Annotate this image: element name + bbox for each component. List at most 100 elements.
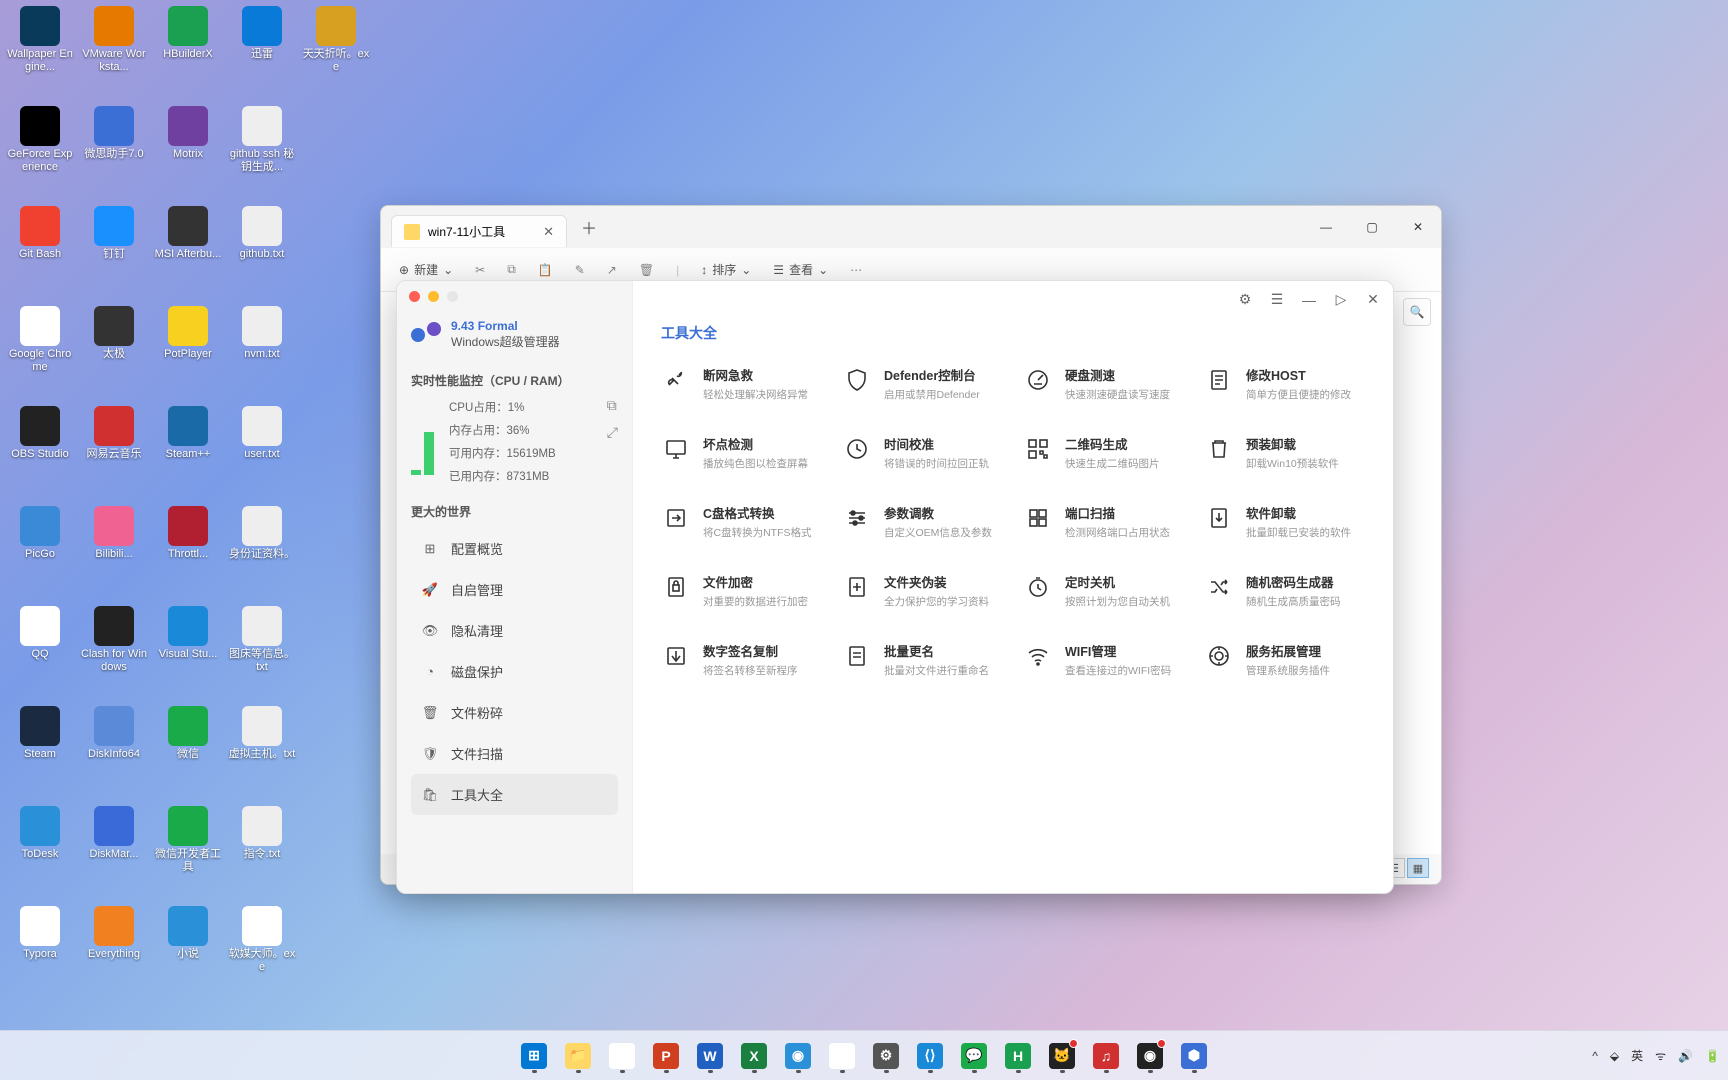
desktop-icon[interactable]: 指令.txt: [228, 806, 296, 861]
desktop-icon[interactable]: 网易云音乐: [80, 406, 148, 461]
tool-item[interactable]: 参数调教自定义OEM信息及参数: [842, 503, 1003, 540]
desktop-icon[interactable]: Everything: [80, 906, 148, 961]
desktop-icon[interactable]: user.txt: [228, 406, 296, 461]
desktop-icon[interactable]: 微信开发者工具: [154, 806, 222, 874]
desktop-icon[interactable]: Clash for Windows: [80, 606, 148, 674]
taskbar-hbuilder-icon[interactable]: H: [999, 1037, 1037, 1075]
tool-item[interactable]: 文件夹伪装全力保护您的学习资料: [842, 572, 1003, 609]
desktop-icon[interactable]: DiskInfo64: [80, 706, 148, 761]
taskbar-app-icon[interactable]: ⬢: [1175, 1037, 1213, 1075]
desktop-icon[interactable]: GeForce Experience: [6, 106, 74, 174]
desktop-icon[interactable]: Visual Stu...: [154, 606, 222, 661]
desktop-icon[interactable]: 虚拟主机。txt: [228, 706, 296, 761]
desktop-icon[interactable]: 钉钉: [80, 206, 148, 261]
sidebar-item[interactable]: ◔磁盘保护: [411, 651, 618, 692]
tool-item[interactable]: 服务拓展管理管理系统服务插件: [1204, 641, 1365, 678]
sidebar-item[interactable]: 🚀自启管理: [411, 569, 618, 610]
desktop-icon[interactable]: 微思助手7.0: [80, 106, 148, 161]
tray-icon[interactable]: ᯤ: [1655, 1047, 1666, 1064]
desktop-icon[interactable]: OBS Studio: [6, 406, 74, 461]
new-button[interactable]: ⊕ 新建 ⌄: [399, 261, 453, 278]
tool-item[interactable]: 文件加密对重要的数据进行加密: [661, 572, 822, 609]
tool-item[interactable]: 断网急救轻松处理解决网络异常: [661, 365, 822, 402]
desktop-icon[interactable]: Typora: [6, 906, 74, 961]
desktop-icon[interactable]: github.txt: [228, 206, 296, 261]
rename-icon[interactable]: ✎: [575, 263, 585, 277]
taskbar-edge-icon[interactable]: ◉: [779, 1037, 817, 1075]
tool-item[interactable]: Defender控制台启用或禁用Defender: [842, 365, 1003, 402]
new-tab-button[interactable]: ＋: [581, 215, 597, 239]
tool-item[interactable]: 坏点检测播放纯色图以检查屏幕: [661, 434, 822, 471]
taskbar-word-icon[interactable]: W: [691, 1037, 729, 1075]
taskbar-clash-icon[interactable]: 🐱: [1043, 1037, 1081, 1075]
menu-icon[interactable]: ☰: [1267, 291, 1287, 308]
desktop-icon[interactable]: 天天折听。exe: [302, 6, 370, 74]
tray-icon[interactable]: 🔊: [1678, 1049, 1693, 1063]
tool-item[interactable]: 预装卸载卸载Win10预装软件: [1204, 434, 1365, 471]
delete-icon[interactable]: 🗑: [639, 263, 654, 277]
desktop-icon[interactable]: PicGo: [6, 506, 74, 561]
minimize-light-icon[interactable]: [428, 291, 439, 302]
tool-item[interactable]: 二维码生成快速生成二维码图片: [1023, 434, 1184, 471]
app-close-button[interactable]: ✕: [1363, 291, 1383, 308]
tool-item[interactable]: 软件卸载批量卸载已安装的软件: [1204, 503, 1365, 540]
desktop-icon[interactable]: Git Bash: [6, 206, 74, 261]
tool-item[interactable]: 硬盘测速快速测速硬盘读写速度: [1023, 365, 1184, 402]
view-grid-icon[interactable]: ▦: [1407, 858, 1429, 878]
tool-item[interactable]: 时间校准将错误的时间拉回正轨: [842, 434, 1003, 471]
tool-item[interactable]: 数字签名复制将签名转移至新程序: [661, 641, 822, 678]
desktop-icon[interactable]: Steam++: [154, 406, 222, 461]
desktop-icon[interactable]: 微信: [154, 706, 222, 761]
taskbar-settings-icon[interactable]: ⚙: [867, 1037, 905, 1075]
explorer-search-icon[interactable]: 🔍: [1403, 298, 1431, 326]
desktop-icon[interactable]: Motrix: [154, 106, 222, 161]
desktop-icon[interactable]: DiskMar...: [80, 806, 148, 861]
sidebar-item[interactable]: ⊞配置概览: [411, 528, 618, 569]
desktop-icon[interactable]: 软媒大师。exe: [228, 906, 296, 974]
taskbar-vscode-icon[interactable]: ⟨⟩: [911, 1037, 949, 1075]
desktop-icon[interactable]: github ssh 秘钥生成...: [228, 106, 296, 174]
copy-icon[interactable]: ⧉: [507, 262, 516, 277]
app-minimize-button[interactable]: —: [1299, 292, 1319, 308]
desktop-icon[interactable]: 身份证资料。: [228, 506, 296, 561]
close-light-icon[interactable]: [409, 291, 420, 302]
tool-item[interactable]: 批量更名批量对文件进行重命名: [842, 641, 1003, 678]
taskbar-store-icon[interactable]: 🛍: [603, 1037, 641, 1075]
desktop-icon[interactable]: Steam: [6, 706, 74, 761]
desktop-icon[interactable]: 图床等信息。txt: [228, 606, 296, 674]
view-button[interactable]: ☰ 查看 ⌄: [773, 261, 828, 278]
share-icon[interactable]: ↗: [607, 263, 617, 277]
desktop-icon[interactable]: HBuilderX: [154, 6, 222, 61]
desktop-icon[interactable]: MSI Afterbu...: [154, 206, 222, 261]
tool-item[interactable]: 定时关机按照计划为您自动关机: [1023, 572, 1184, 609]
expand-icon[interactable]: ⤢: [607, 424, 618, 441]
sidebar-item[interactable]: 🗑文件粉碎: [411, 692, 618, 733]
taskbar-start-icon[interactable]: ⊞: [515, 1037, 553, 1075]
sort-button[interactable]: ↕ 排序 ⌄: [701, 261, 751, 278]
play-icon[interactable]: ▷: [1331, 291, 1351, 308]
tray-icon[interactable]: ^: [1592, 1049, 1598, 1063]
desktop-icon[interactable]: VMware Worksta...: [80, 6, 148, 74]
tray-icon[interactable]: ⬙: [1610, 1049, 1619, 1063]
cut-icon[interactable]: ✂: [475, 263, 485, 277]
desktop-icon[interactable]: 太极: [80, 306, 148, 361]
desktop-icon[interactable]: 小说: [154, 906, 222, 961]
sidebar-item[interactable]: 🛍工具大全: [411, 774, 618, 815]
desktop-icon[interactable]: Bilibili...: [80, 506, 148, 561]
taskbar-wechat-icon[interactable]: 💬: [955, 1037, 993, 1075]
taskbar-chrome-icon[interactable]: ◎: [823, 1037, 861, 1075]
taskbar-netease-icon[interactable]: ♫: [1087, 1037, 1125, 1075]
desktop-icon[interactable]: ToDesk: [6, 806, 74, 861]
explorer-titlebar[interactable]: win7-11小工具 ✕ ＋ — ▢ ✕: [381, 206, 1441, 248]
desktop-icon[interactable]: PotPlayer: [154, 306, 222, 361]
desktop-icon[interactable]: QQ: [6, 606, 74, 661]
taskbar-obs-icon[interactable]: ◉: [1131, 1037, 1169, 1075]
explorer-tab[interactable]: win7-11小工具 ✕: [391, 215, 567, 247]
tab-close-icon[interactable]: ✕: [543, 224, 554, 240]
desktop-icon[interactable]: 迅雷: [228, 6, 296, 61]
maximize-light-icon[interactable]: [447, 291, 458, 302]
tool-item[interactable]: C盘格式转换将C盘转换为NTFS格式: [661, 503, 822, 540]
sidebar-item[interactable]: 🛡文件扫描: [411, 733, 618, 774]
tool-item[interactable]: 端口扫描检测网络端口占用状态: [1023, 503, 1184, 540]
explorer-maximize-button[interactable]: ▢: [1349, 206, 1395, 248]
